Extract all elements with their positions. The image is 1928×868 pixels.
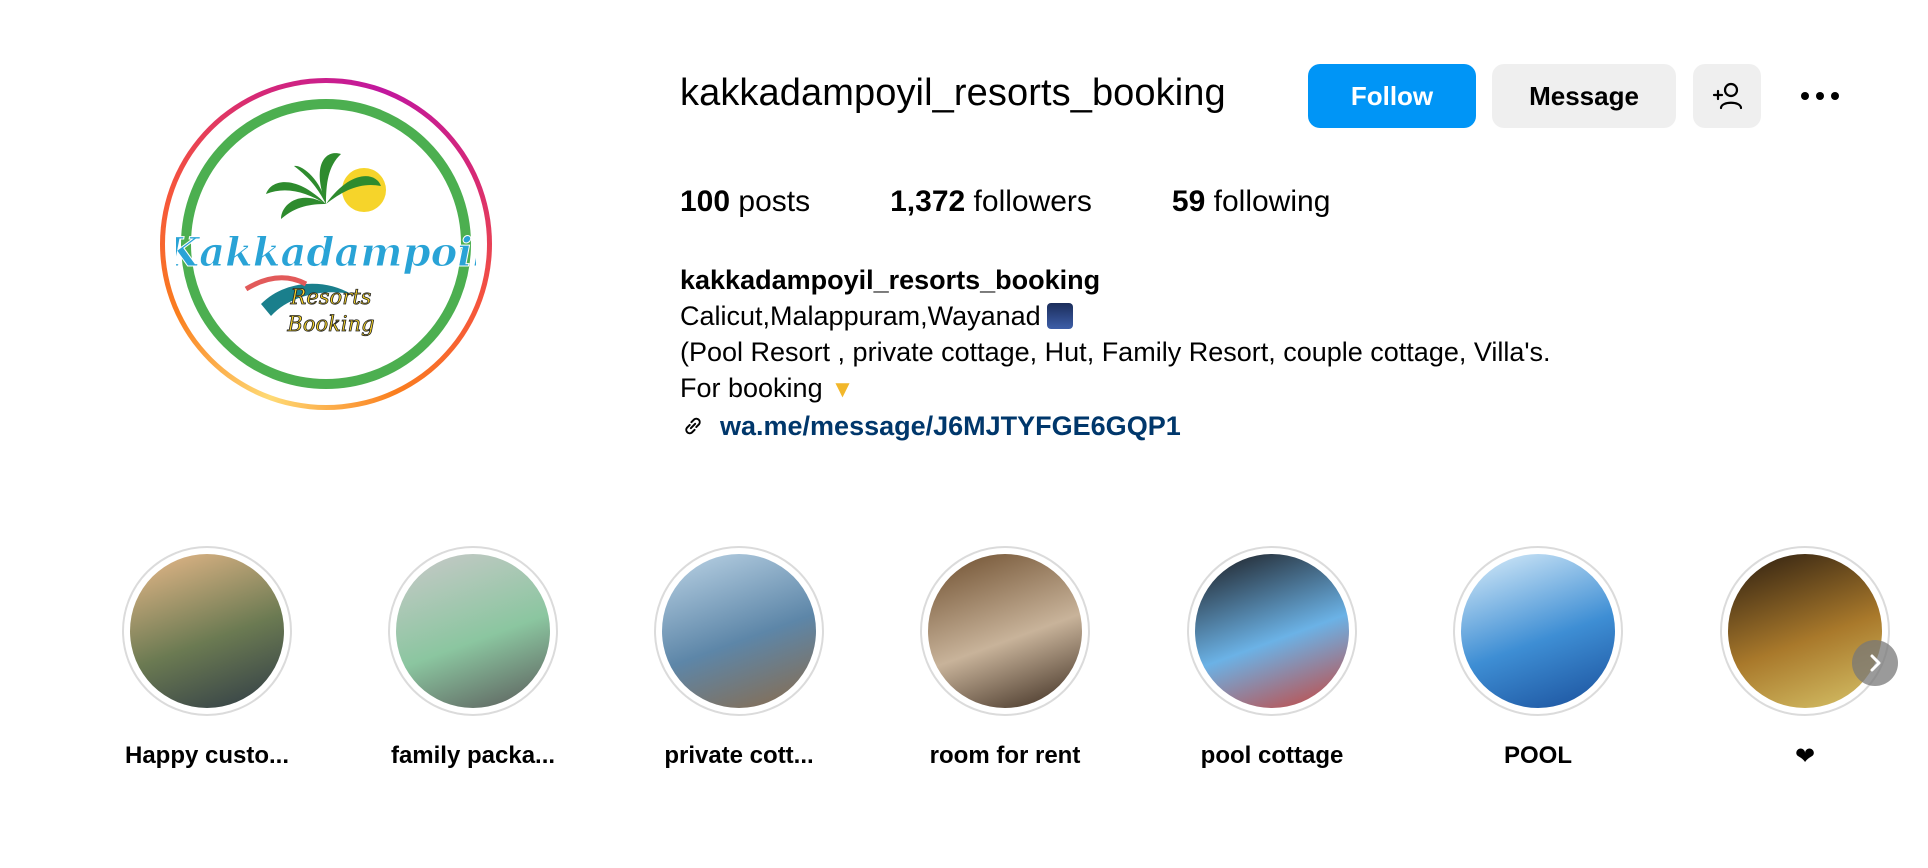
highlight-cover-ring bbox=[122, 546, 292, 716]
highlight-cover-image bbox=[928, 554, 1082, 708]
highlight-cover-image bbox=[662, 554, 816, 708]
highlight-label: Happy custo... bbox=[124, 742, 290, 769]
story-highlight[interactable]: private cott... bbox=[654, 546, 824, 770]
posts-label: posts bbox=[738, 185, 811, 218]
sun-icon bbox=[342, 168, 386, 212]
profile-bio: kakkadampoyil_resorts_booking Calicut,Ma… bbox=[680, 262, 1551, 444]
logo-line2: Resorts bbox=[290, 285, 372, 309]
followers-label: followers bbox=[973, 185, 1092, 218]
bio-location: Calicut,Malappuram,Wayanad bbox=[680, 301, 1041, 331]
message-button[interactable]: Message bbox=[1492, 64, 1676, 128]
highlight-cover-image bbox=[130, 554, 284, 708]
profile-avatar[interactable]: Kakkadampoil Resorts Booking bbox=[160, 78, 492, 410]
highlight-cover-ring bbox=[654, 546, 824, 716]
highlight-label: private cott... bbox=[664, 742, 814, 769]
highlights-next-button[interactable] bbox=[1852, 640, 1898, 686]
highlight-cover-ring bbox=[1453, 546, 1623, 716]
logo-title: Kakkadampoil bbox=[176, 229, 476, 276]
logo-line3: Booking bbox=[286, 312, 374, 336]
chevron-right-icon bbox=[1870, 654, 1881, 672]
link-icon bbox=[685, 417, 701, 435]
story-highlight[interactable]: POOL bbox=[1453, 546, 1623, 770]
more-options-dot bbox=[1816, 92, 1824, 100]
night-city-emoji-icon bbox=[1046, 303, 1073, 329]
profile-username: kakkadampoyil_resorts_booking bbox=[680, 72, 1226, 114]
bio-link-text: wa.me/message/J6MJTYFGE6GQP1 bbox=[720, 411, 1181, 441]
posts-number: 100 bbox=[680, 185, 731, 218]
bio-external-link[interactable]: wa.me/message/J6MJTYFGE6GQP1 bbox=[680, 408, 1551, 444]
profile-stats: 100 posts 1,372 followers 59 following bbox=[680, 185, 1410, 219]
highlight-cover-ring bbox=[920, 546, 1090, 716]
followers-number: 1,372 bbox=[890, 185, 966, 218]
more-options-button[interactable] bbox=[1790, 78, 1850, 114]
highlight-cover-image bbox=[1195, 554, 1349, 708]
suggest-accounts-button[interactable] bbox=[1693, 64, 1761, 128]
highlight-label: family packa... bbox=[390, 742, 556, 769]
bio-line: For booking ▼ bbox=[680, 370, 1551, 408]
story-highlight[interactable]: pool cottage bbox=[1187, 546, 1357, 770]
highlight-cover-ring bbox=[1187, 546, 1357, 716]
bio-display-name: kakkadampoyil_resorts_booking bbox=[680, 265, 1101, 295]
more-options-icon bbox=[1801, 92, 1809, 100]
posts-count: 100 posts bbox=[680, 185, 810, 219]
resort-logo: Kakkadampoil Resorts Booking bbox=[176, 99, 476, 389]
point-down-emoji-icon: ▼ bbox=[830, 376, 855, 403]
highlight-label: ❤ bbox=[1794, 743, 1816, 770]
highlight-cover-image bbox=[1728, 554, 1882, 708]
following-number: 59 bbox=[1171, 185, 1206, 218]
bio-line: Calicut,Malappuram,Wayanad bbox=[680, 298, 1551, 334]
highlight-cover-ring bbox=[1720, 546, 1890, 716]
bio-booking-text: For booking bbox=[680, 373, 823, 403]
followers-link[interactable]: 1,372 followers bbox=[890, 185, 1092, 219]
story-highlight[interactable]: family packa... bbox=[388, 546, 558, 770]
more-options-dot bbox=[1831, 92, 1839, 100]
bio-line: (Pool Resort , private cottage, Hut, Fam… bbox=[680, 337, 1551, 367]
highlight-label: pool cottage bbox=[1200, 742, 1344, 769]
highlight-label: room for rent bbox=[929, 742, 1081, 769]
highlight-cover-ring bbox=[388, 546, 558, 716]
profile-page: Kakkadampoil Resorts Booking kakkadampoy… bbox=[0, 0, 1928, 868]
following-link[interactable]: 59 following bbox=[1172, 185, 1330, 219]
add-user-icon bbox=[1712, 82, 1743, 110]
avatar-image: Kakkadampoil Resorts Booking bbox=[165, 83, 487, 405]
follow-button[interactable]: Follow bbox=[1308, 64, 1476, 128]
highlight-cover-image bbox=[396, 554, 550, 708]
highlight-label: POOL bbox=[1503, 742, 1572, 769]
following-label: following bbox=[1213, 185, 1331, 218]
highlight-cover-image bbox=[1461, 554, 1615, 708]
story-highlight[interactable]: room for rent bbox=[920, 546, 1090, 770]
story-highlight[interactable]: Happy custo... bbox=[122, 546, 292, 770]
